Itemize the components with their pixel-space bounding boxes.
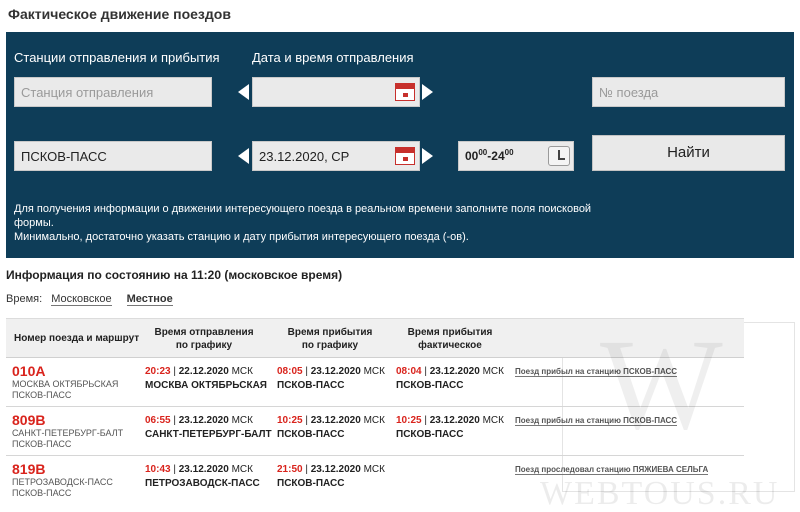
date-input[interactable]: 23.12.2020, СР [252,141,420,171]
header-departure-line2: по графику [175,340,233,351]
timezone: МСК [363,366,385,377]
departure-date-input[interactable] [252,77,420,107]
calendar-icon[interactable] [395,83,415,101]
search-hint: Для получения информации о движении инте… [14,202,594,244]
train-number[interactable]: 819В [12,461,45,477]
datetime-label: Дата и время отправления [252,50,414,65]
page-title: Фактическое движение поездов [8,6,231,22]
route-from: САНКТ-ПЕТЕРБУРГ-БАЛТ [12,428,124,438]
time-mode-moscow[interactable]: Московское [51,293,112,306]
departure-date: 22.12.2020 [178,366,229,377]
departure-station: ПЕТРОЗАВОДСК-ПАСС [145,478,260,489]
next-date-arrow-icon[interactable] [422,84,433,100]
arrival-time: 10:25 [277,415,303,426]
arrival-date: 23.12.2020 [310,415,361,426]
actual-time: 10:25 [396,415,422,426]
arrival-station: ПСКОВ-ПАСС [277,478,345,489]
train-number[interactable]: 809В [12,412,45,428]
timezone: МСК [363,415,385,426]
train-route: САНКТ-ПЕТЕРБУРГ-БАЛТ ПСКОВ-ПАСС [12,428,123,450]
header-actual: Время прибытия фактическое [384,326,516,352]
prev-date-arrow-icon[interactable] [238,84,249,100]
arrival-station: ПСКОВ-ПАСС [277,380,345,391]
actual-arrival-cell: 10:25 | 23.12.2020 МСК ПСКОВ-ПАСС [396,415,504,440]
train-route: ПЕТРОЗАВОДСК-ПАСС ПСКОВ-ПАСС [12,477,113,499]
arrival-station: ПСКОВ-ПАСС [277,429,345,440]
actual-time: 08:04 [396,366,422,377]
departure-cell: 20:23 | 22.12.2020 МСК МОСКВА ОКТЯБРЬСКА… [145,366,267,391]
route-to: ПСКОВ-ПАСС [12,488,72,498]
timezone: МСК [482,415,504,426]
hint-line-1: Для получения информации о движении инте… [14,203,592,229]
actual-station: ПСКОВ-ПАСС [396,380,464,391]
departure-time: 06:55 [145,415,171,426]
time-to-minutes: 00 [504,148,514,157]
search-panel: Станции отправления и прибытия Дата и вр… [6,32,794,258]
route-from: ПЕТРОЗАВОДСК-ПАСС [12,477,113,487]
time-mode-label: Время: [6,293,43,305]
departure-date: 23.12.2020 [178,415,229,426]
watermark-letter: W [600,313,723,457]
time-range-input[interactable]: 0000-2400 [458,141,574,171]
header-arrival-line1: Время прибытия [287,327,373,338]
departure-station: МОСКВА ОКТЯБРЬСКАЯ [145,380,267,391]
arrival-time: 21:50 [277,464,303,475]
header-route: Номер поезда и маршрут [14,333,140,344]
hint-line-2: Минимально, достаточно указать станцию и… [14,231,469,243]
header-arrival: Время прибытия по графику [264,326,396,352]
stations-label: Станции отправления и прибытия [14,50,220,65]
departure-cell: 10:43 | 23.12.2020 МСК ПЕТРОЗАВОДСК-ПАСС [145,464,260,489]
actual-station: ПСКОВ-ПАСС [396,429,464,440]
calendar-icon[interactable] [395,147,415,165]
departure-station-input[interactable]: Станция отправления [14,77,212,107]
train-number[interactable]: 010А [12,363,45,379]
time-to: 24 [491,149,505,163]
arrival-cell: 08:05 | 23.12.2020 МСК ПСКОВ-ПАСС [277,366,385,391]
route-to: ПСКОВ-ПАСС [12,390,72,400]
date-value: 23.12.2020, СР [259,149,350,164]
arrival-station-input[interactable]: ПСКОВ-ПАСС [14,141,212,171]
departure-cell: 06:55 | 23.12.2020 МСК САНКТ-ПЕТЕРБУРГ-Б… [145,415,272,440]
arrival-date: 23.12.2020 [310,366,361,377]
actual-arrival-cell: 08:04 | 23.12.2020 МСК ПСКОВ-ПАСС [396,366,504,391]
timezone: МСК [231,415,253,426]
status-title: Информация по состоянию на 11:20 (москов… [6,268,343,282]
time-mode-local[interactable]: Местное [126,293,173,306]
arrival-cell: 10:25 | 23.12.2020 МСК ПСКОВ-ПАСС [277,415,385,440]
time-mode-switch: Время: Московское Местное [6,293,173,306]
watermark-text: WEBTOUS.RU [540,475,780,512]
header-actual-line2: фактическое [418,340,482,351]
prev-date-arrow-icon[interactable] [238,148,249,164]
arrival-time: 08:05 [277,366,303,377]
timezone: МСК [363,464,385,475]
arrival-cell: 21:50 | 23.12.2020 МСК ПСКОВ-ПАСС [277,464,385,489]
header-departure: Время отправления по графику [138,326,270,352]
route-to: ПСКОВ-ПАСС [12,439,72,449]
timezone: МСК [231,464,253,475]
train-status-link[interactable]: Поезд проследовал станцию ПЯЖИЕВА СЕЛЬГА [515,465,709,475]
header-actual-line1: Время прибытия [407,327,493,338]
next-date-arrow-icon[interactable] [422,148,433,164]
departure-station: САНКТ-ПЕТЕРБУРГ-БАЛТ [145,429,272,440]
time-from: 00 [465,149,479,163]
timezone: МСК [231,366,253,377]
timezone: МСК [482,366,504,377]
train-route: МОСКВА ОКТЯБРЬСКАЯ ПСКОВ-ПАСС [12,379,118,401]
train-number-input[interactable]: № поезда [592,77,785,107]
route-from: МОСКВА ОКТЯБРЬСКАЯ [12,379,119,389]
actual-date: 23.12.2020 [429,366,480,377]
clock-icon[interactable] [548,146,570,166]
departure-time: 10:43 [145,464,171,475]
departure-date: 23.12.2020 [178,464,229,475]
departure-time: 20:23 [145,366,171,377]
actual-date: 23.12.2020 [429,415,480,426]
arrival-date: 23.12.2020 [310,464,361,475]
header-arrival-line2: по графику [301,340,359,351]
time-from-minutes: 00 [478,148,488,157]
find-button[interactable]: Найти [592,135,785,171]
header-departure-line1: Время отправления [154,327,254,338]
